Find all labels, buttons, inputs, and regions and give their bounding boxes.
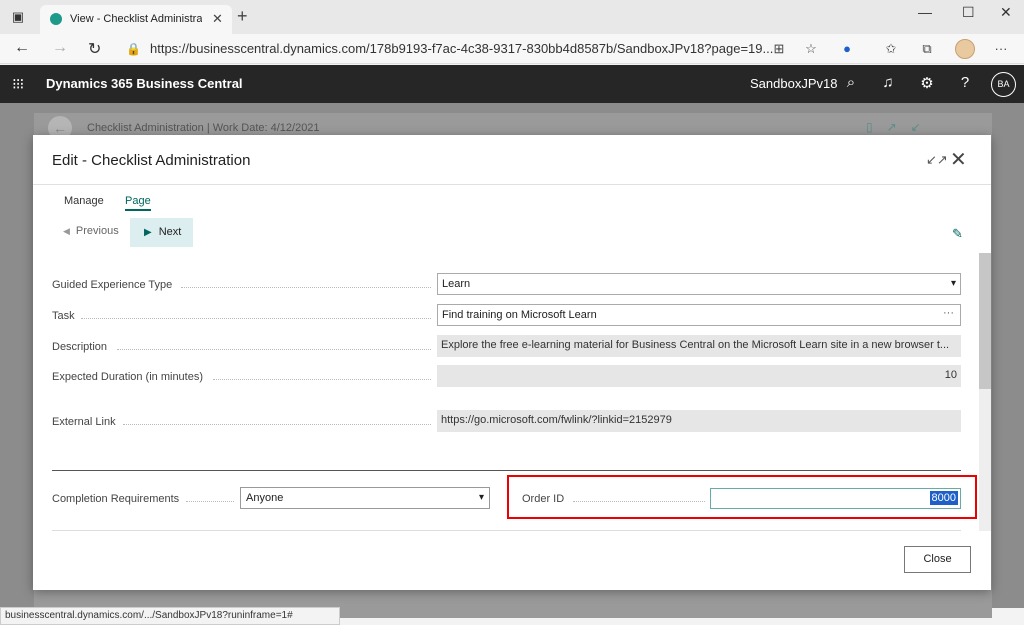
next-button[interactable]: ▶ Next: [130, 218, 193, 247]
dialog-close-icon[interactable]: ✕: [950, 147, 967, 172]
window-menu-icon[interactable]: ▣: [10, 9, 26, 25]
collapse-icon[interactable]: ↙↗: [926, 152, 948, 168]
order-id-label: Order ID: [522, 493, 565, 505]
window-close-icon[interactable]: ✕: [1000, 4, 1012, 21]
guided-type-select[interactable]: Learn ▾: [437, 273, 961, 295]
completion-value: Anyone: [246, 492, 284, 504]
close-button[interactable]: Close: [904, 546, 971, 573]
description-label: Description: [52, 341, 108, 353]
favorites-bar-icon[interactable]: ✩: [882, 41, 900, 57]
dotted-leader: [186, 501, 234, 502]
task-label: Task: [52, 310, 75, 322]
section-divider: [52, 470, 961, 471]
favorite-icon[interactable]: ☆: [802, 41, 820, 57]
task-field[interactable]: Find training on Microsoft Learn ···: [437, 304, 961, 326]
order-id-input[interactable]: 8000: [710, 488, 961, 509]
profile-avatar[interactable]: [955, 39, 975, 59]
browser-tab[interactable]: View - Checklist Administration - ✕: [40, 5, 232, 34]
ellipsis-icon[interactable]: ···: [943, 305, 954, 323]
tab-title: View - Checklist Administration -: [70, 13, 202, 25]
next-label: Next: [158, 226, 182, 238]
app-title: Dynamics 365 Business Central: [46, 76, 243, 91]
collections-icon[interactable]: ⧉: [918, 41, 936, 57]
previous-arrow-icon: ◀: [63, 226, 70, 236]
footer-divider: [52, 530, 961, 531]
lock-icon: 🔒: [126, 42, 141, 56]
browser-tabstrip: ▣ View - Checklist Administration - ✕ + …: [0, 0, 1024, 34]
user-avatar[interactable]: BA: [991, 72, 1016, 97]
back-icon[interactable]: ←: [14, 39, 30, 57]
divider: [33, 184, 991, 185]
new-tab-icon[interactable]: +: [237, 6, 248, 27]
dotted-leader: [181, 287, 431, 288]
duration-field: 10: [437, 365, 961, 387]
reader-icon[interactable]: ⊞: [770, 41, 788, 57]
edit-dialog: Edit - Checklist Administration ↙↗ ✕ Man…: [33, 135, 991, 590]
guided-type-value: Learn: [442, 278, 471, 290]
minimize-icon[interactable]: —: [918, 4, 932, 20]
completion-label: Completion Requirements: [52, 493, 180, 505]
refresh-icon[interactable]: ↻: [88, 39, 101, 59]
edge-extension-icon[interactable]: ●: [838, 41, 856, 56]
address-bar: ← → ↻ 🔒 https://businesscentral.dynamics…: [0, 34, 1024, 64]
app-launcher-icon[interactable]: ⁝⁝⁝: [12, 75, 24, 93]
dialog-title: Edit - Checklist Administration: [52, 152, 251, 169]
duration-label: Expected Duration (in minutes): [52, 371, 204, 383]
forward-icon[interactable]: →: [52, 39, 68, 57]
dotted-leader: [213, 379, 431, 380]
scrollbar[interactable]: [979, 253, 991, 531]
dotted-leader: [123, 424, 431, 425]
previous-button[interactable]: ◀ Previous: [63, 225, 119, 237]
gear-icon[interactable]: ⚙: [918, 74, 936, 92]
background-toolbar-icons: ▯↗↙: [866, 120, 935, 134]
tab-favicon-icon: [50, 13, 62, 25]
dotted-leader: [81, 318, 431, 319]
scrollbar-thumb[interactable]: [979, 253, 991, 389]
background-page-title: Checklist Administration | Work Date: 4/…: [87, 122, 320, 134]
search-icon[interactable]: ⌕: [842, 74, 860, 91]
description-field: Explore the free e-learning material for…: [437, 335, 961, 357]
more-icon[interactable]: ···: [992, 41, 1010, 56]
previous-label: Previous: [75, 225, 119, 237]
app-header: ⁝⁝⁝ Dynamics 365 Business Central Sandbo…: [0, 65, 1024, 103]
chevron-down-icon: ▾: [950, 278, 956, 289]
dotted-leader: [117, 349, 431, 350]
url-field[interactable]: 🔒 https://businesscentral.dynamics.com/1…: [120, 38, 830, 60]
external-link-field: https://go.microsoft.com/fwlink/?linkid=…: [437, 410, 961, 432]
status-bar-url: businesscentral.dynamics.com/.../Sandbox…: [0, 607, 340, 625]
pin-icon[interactable]: ✎: [952, 226, 963, 242]
dotted-leader: [573, 501, 705, 502]
guided-type-label: Guided Experience Type: [52, 279, 173, 291]
order-id-value: 8000: [929, 491, 958, 505]
menu-page[interactable]: Page: [125, 195, 151, 211]
completion-select[interactable]: Anyone ▾: [240, 487, 490, 509]
help-icon[interactable]: ?: [956, 74, 974, 91]
external-link-label: External Link: [52, 416, 116, 428]
next-arrow-icon: ▶: [144, 227, 152, 238]
notification-bell-icon[interactable]: ♫: [879, 74, 897, 91]
maximize-icon[interactable]: ☐: [962, 4, 975, 21]
chevron-down-icon: ▾: [478, 492, 484, 503]
environment-name[interactable]: SandboxJPv18: [750, 76, 837, 91]
url-text: https://businesscentral.dynamics.com/178…: [150, 41, 774, 56]
menu-manage[interactable]: Manage: [64, 195, 104, 207]
task-value: Find training on Microsoft Learn: [442, 309, 597, 321]
tab-close-icon[interactable]: ✕: [212, 11, 223, 27]
